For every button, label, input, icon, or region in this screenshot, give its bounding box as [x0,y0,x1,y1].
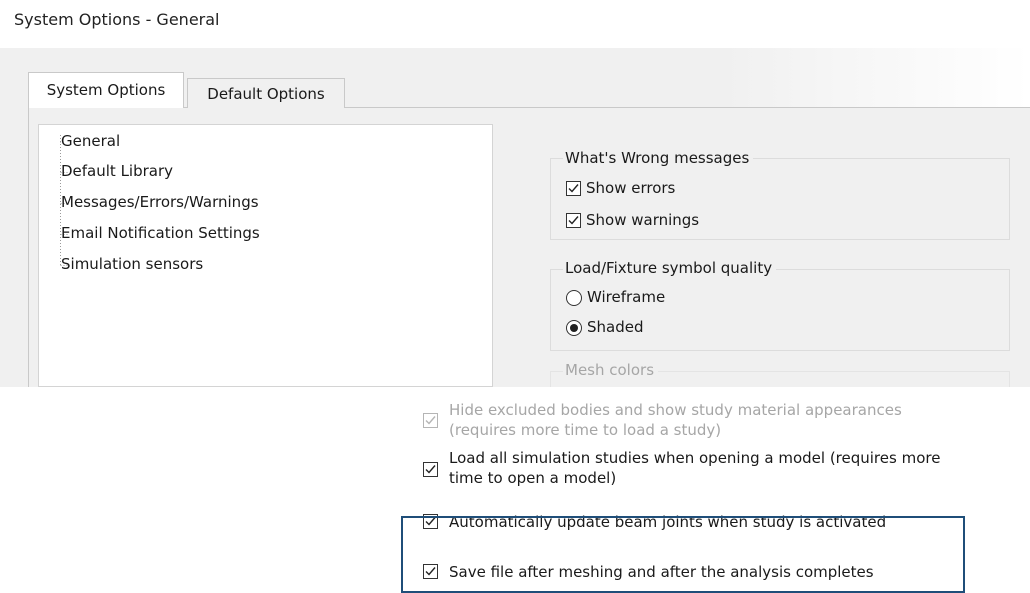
load-all-studies-label-line2: time to open a model) [449,469,617,487]
load-all-studies-label-line1: Load all simulation studies when opening… [449,449,941,467]
shaded-label: Shaded [587,318,644,336]
tab-system-options[interactable]: System Options [28,72,184,108]
save-file-after-meshing-label: Save file after meshing and after the an… [449,563,874,581]
checkmark-icon [568,216,579,225]
checkmark-icon [425,567,436,576]
whats-wrong-group-title: What's Wrong messages [563,149,754,167]
load-all-studies-checkbox[interactable] [423,462,438,477]
show-errors-checkbox[interactable] [566,181,581,196]
tree-item-messages-errors-warnings[interactable]: Messages/Errors/Warnings [61,191,259,213]
wireframe-option[interactable]: Wireframe [566,286,665,308]
radio-selected-dot [570,323,578,332]
save-file-after-meshing-checkbox[interactable] [423,564,438,579]
shaded-option[interactable]: Shaded [566,316,644,338]
window-title: System Options - General [14,10,220,29]
checkmark-icon [425,465,436,474]
hide-excluded-label-line1: Hide excluded bodies and show study mate… [449,401,902,419]
mesh-colors-group-title: Mesh colors [563,361,659,379]
show-warnings-option[interactable]: Show warnings [566,209,699,231]
tree-item-default-library[interactable]: Default Library [61,160,173,182]
options-tree: General Default Library Messages/Errors/… [38,124,493,387]
checkmark-icon [425,416,436,425]
hide-excluded-checkbox[interactable] [423,413,438,428]
wireframe-label: Wireframe [587,288,666,306]
show-errors-option[interactable]: Show errors [566,177,675,199]
wireframe-radio[interactable] [566,289,582,306]
show-warnings-checkbox[interactable] [566,213,581,228]
tree-item-simulation-sensors[interactable]: Simulation sensors [61,253,203,275]
symbol-quality-group-title: Load/Fixture symbol quality [563,259,777,277]
hide-excluded-label-line2: (requires more time to load a study) [449,421,722,439]
show-errors-label: Show errors [586,179,676,197]
show-warnings-label: Show warnings [586,211,700,229]
lower-left-blank [0,387,400,590]
shaded-radio[interactable] [566,319,582,336]
tree-item-email-notification-settings[interactable]: Email Notification Settings [61,222,260,244]
symbol-quality-group [550,269,1010,351]
tab-default-options[interactable]: Default Options [187,78,345,108]
checkmark-icon [568,184,579,193]
tree-item-general[interactable]: General [61,130,121,152]
